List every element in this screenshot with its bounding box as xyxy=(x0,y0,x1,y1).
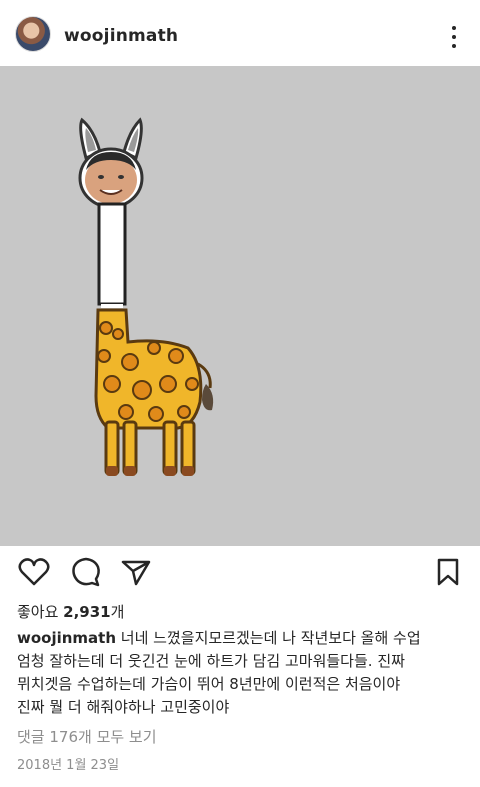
caption-username[interactable]: woojinmath xyxy=(17,629,116,647)
comment-icon[interactable] xyxy=(70,556,102,588)
profile-avatar[interactable] xyxy=(15,16,51,52)
likes-number: 2,931 xyxy=(63,603,111,621)
more-options-icon[interactable] xyxy=(440,22,470,52)
caption-line-2: 엄청 잘하는데 더 웃긴건 눈에 하트가 담김 고마워들다들. 진짜 xyxy=(17,652,405,670)
giraffe-illustration xyxy=(78,117,214,476)
view-all-comments-link[interactable]: 댓글 176개 모두 보기 xyxy=(17,726,157,747)
likes-prefix: 좋아요 xyxy=(17,603,64,621)
post-actions xyxy=(0,556,480,592)
caption-text-1: 너네 느꼈을지모르겠는데 나 작년보다 올해 수업 xyxy=(116,629,421,647)
post-image[interactable] xyxy=(0,66,480,546)
send-icon[interactable] xyxy=(120,556,152,588)
caption-line-3: 뮈치겟음 수업하는데 가슴이 뛰어 8년만에 이런적은 처음이야 xyxy=(17,675,401,693)
post-header: woojinmath xyxy=(0,0,480,66)
post-caption: woojinmath 너네 느꼈을지모르겠는데 나 작년보다 올해 수업 엄청 … xyxy=(17,627,467,719)
likes-suffix: 개 xyxy=(110,603,125,621)
caption-line-4: 진짜 뭘 더 해줘야하나 고민중이야 xyxy=(17,698,230,716)
post-date: 2018년 1월 23일 xyxy=(17,758,120,773)
heart-icon[interactable] xyxy=(18,556,50,588)
bookmark-icon[interactable] xyxy=(432,556,464,588)
likes-count[interactable]: 좋아요 2,931개 xyxy=(17,601,124,622)
post-username[interactable]: woojinmath xyxy=(64,26,178,46)
caption-line-1: woojinmath 너네 느꼈을지모르겠는데 나 작년보다 올해 수업 xyxy=(17,627,467,650)
